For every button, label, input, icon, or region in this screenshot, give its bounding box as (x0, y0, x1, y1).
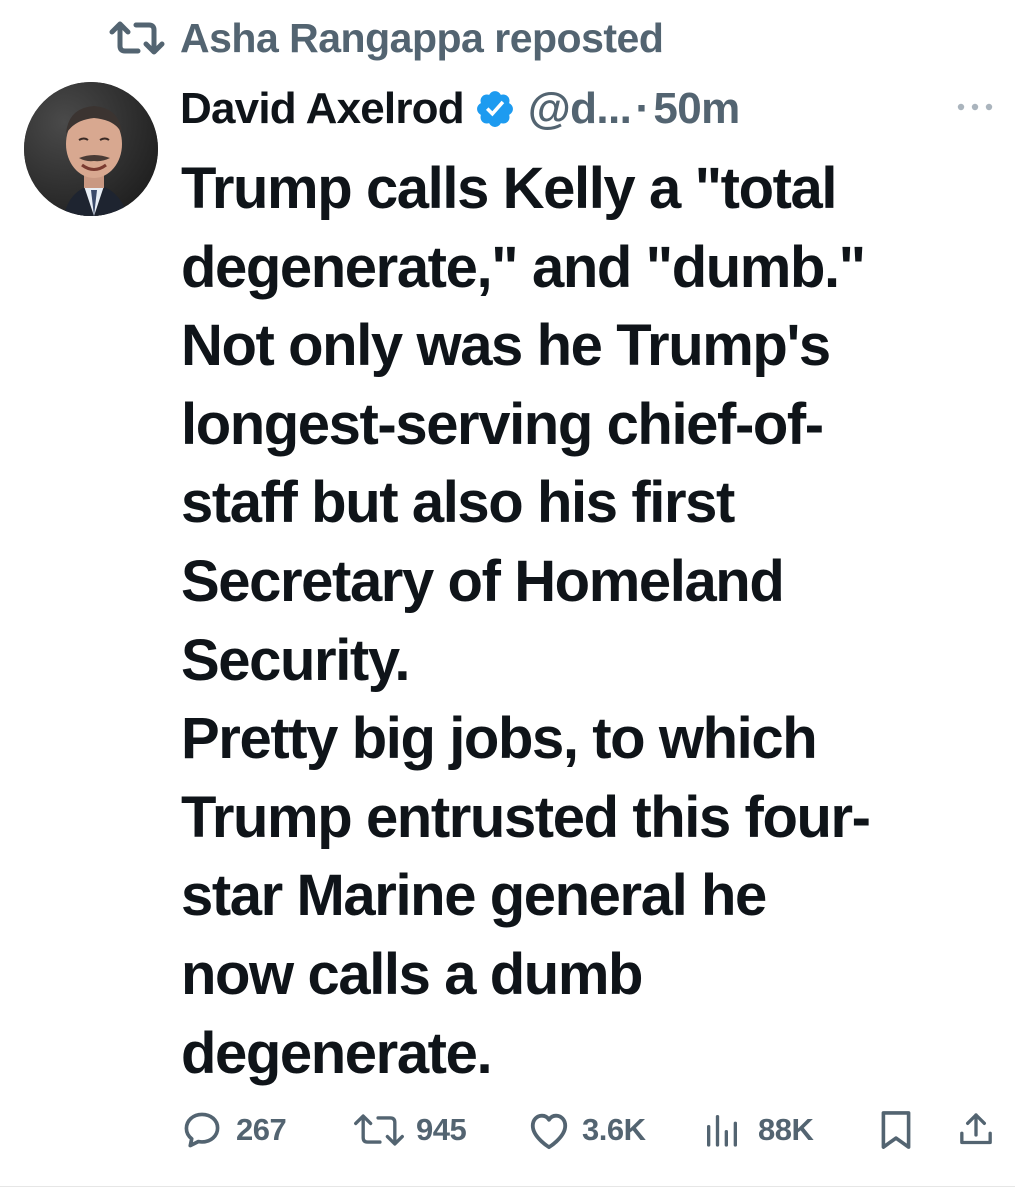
retweet-count: 945 (416, 1112, 467, 1147)
tweet-line: Secretary of Homeland (181, 548, 785, 614)
share-button[interactable] (956, 1105, 996, 1155)
like-count: 3.6K (582, 1112, 646, 1147)
tweet-line: longest-serving chief-of- (181, 391, 824, 457)
tweet-line: Not only was he Trump's (181, 313, 831, 379)
repost-indicator[interactable]: Asha Rangappa reposted (108, 12, 664, 64)
repost-label: Asha Rangappa reposted (180, 14, 664, 61)
tweet-actions: 267 945 3.6K 88K (180, 1105, 1000, 1155)
tweet-line: degenerate. (181, 1020, 493, 1086)
verified-badge-icon[interactable] (474, 88, 516, 130)
tweet-line: degenerate," and "dumb." (181, 234, 866, 300)
views-icon (707, 1115, 737, 1147)
repost-icon (109, 21, 165, 55)
divider (0, 1186, 1015, 1187)
share-icon (960, 1113, 992, 1145)
views-count: 88K (758, 1112, 814, 1147)
avatar-image (24, 82, 158, 216)
retweet-button[interactable]: 945 (352, 1105, 467, 1155)
views-button[interactable]: 88K (702, 1105, 814, 1155)
more-options-icon[interactable] (955, 97, 995, 117)
tweet-text: Trump calls Kelly a "total degenerate," … (181, 150, 1001, 1093)
bookmark-icon (881, 1111, 911, 1149)
separator-dot: · (635, 84, 650, 133)
tweet-line: now calls a dumb (181, 941, 643, 1007)
reply-count: 267 (236, 1112, 287, 1147)
tweet-line: staff but also his first (181, 470, 735, 536)
avatar[interactable] (24, 82, 158, 216)
tweet-line: Security. (181, 627, 411, 693)
reply-button[interactable]: 267 (180, 1105, 287, 1155)
tweet-line: Pretty big jobs, to which (181, 706, 818, 772)
tweet-header: David Axelrod @d... · 50m (180, 80, 1010, 138)
retweet-icon (354, 1114, 404, 1146)
author-handle[interactable]: @d... (528, 84, 632, 134)
tweet-line: star Marine general he (181, 863, 767, 929)
tweet-line: Trump entrusted this four- (181, 784, 871, 850)
bookmark-button[interactable] (878, 1105, 914, 1155)
heart-icon (530, 1113, 568, 1150)
like-button[interactable]: 3.6K (526, 1105, 646, 1155)
author-name[interactable]: David Axelrod (180, 84, 465, 134)
tweet-line: Trump calls Kelly a "total (181, 156, 838, 221)
reply-icon (184, 1112, 220, 1148)
tweet-time[interactable]: 50m (653, 84, 740, 134)
